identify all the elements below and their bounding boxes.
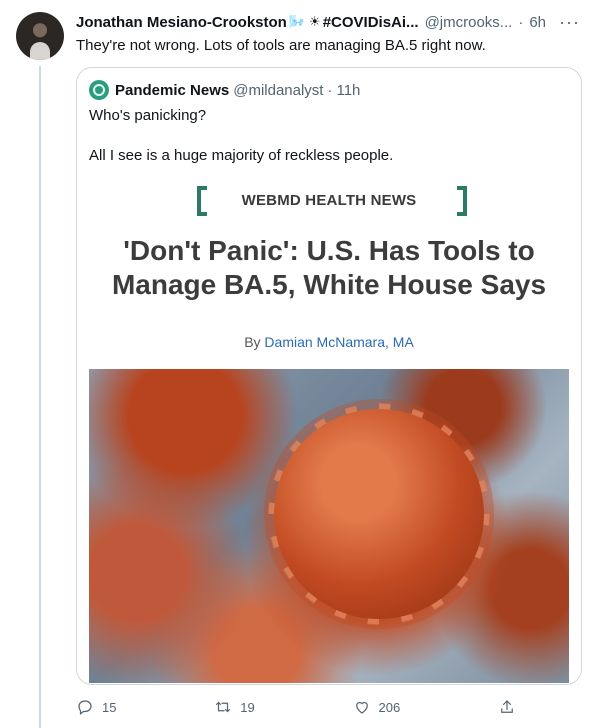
quoted-dot: ·	[327, 81, 333, 99]
quoted-handle: @mildanalyst	[233, 81, 324, 99]
reply-button[interactable]: 15	[76, 696, 116, 718]
reply-count: 15	[102, 699, 117, 715]
quoted-text-line-1: Who's panicking?	[89, 107, 207, 124]
tweet[interactable]: Jonathan Mesiano-Crookston 🌬️ ☀ #COVIDis…	[0, 0, 598, 728]
virus-image[interactable]	[89, 369, 569, 683]
timestamp[interactable]: 6h	[529, 14, 546, 31]
quoted-time: 11h	[336, 81, 361, 99]
like-button[interactable]: 206	[353, 696, 401, 718]
quoted-tweet[interactable]: Pandemic News @mildanalyst · 11h Who's p…	[76, 67, 582, 685]
wind-emoji: 🌬️	[288, 14, 306, 29]
quoted-text-line-2: All I see is a huge majority of reckless…	[89, 147, 394, 164]
headline-line-1: 'Don't Panic': U.S. Has Tools to	[123, 235, 535, 266]
article-byline: By Damian McNamara, MA	[89, 334, 569, 350]
handle[interactable]: @jmcrooks...	[425, 14, 513, 31]
brand-text: WEBMD HEALTH NEWS	[241, 192, 417, 209]
reply-icon	[78, 700, 92, 715]
quoted-header: Pandemic News @mildanalyst · 11h	[89, 80, 360, 100]
retweet-count: 19	[240, 699, 255, 715]
action-bar: 15 19 206	[76, 696, 516, 718]
tweet-header: Jonathan Mesiano-Crookston 🌬️ ☀ #COVIDis…	[76, 12, 582, 32]
retweet-button[interactable]: 19	[214, 696, 255, 718]
more-icon[interactable]: ···	[559, 12, 580, 33]
avatar[interactable]	[16, 12, 64, 60]
share-button[interactable]	[498, 696, 516, 718]
right-bracket-icon	[457, 186, 467, 216]
byline-author: Damian McNamara, MA	[264, 334, 414, 350]
virus-core	[274, 409, 484, 619]
quoted-text: Who's panicking? All I see is a huge maj…	[89, 106, 393, 166]
display-name[interactable]: Jonathan Mesiano-Crookston	[76, 14, 287, 31]
article-card[interactable]: WEBMD HEALTH NEWS 'Don't Panic': U.S. Ha…	[89, 178, 569, 368]
like-count: 206	[378, 699, 401, 715]
separator-dot: ·	[518, 13, 524, 31]
thread-line	[39, 66, 41, 728]
headline-line-2: Manage BA.5, White House Says	[111, 269, 547, 300]
retweet-icon	[216, 701, 231, 713]
article-headline: 'Don't Panic': U.S. Has Tools to Manage …	[89, 234, 569, 302]
tweet-text: They're not wrong. Lots of tools are man…	[76, 37, 486, 54]
sun-emoji: ☀	[309, 14, 321, 29]
quoted-name: Pandemic News	[115, 81, 230, 99]
quoted-avatar	[89, 80, 109, 100]
hashtag-name[interactable]: #COVIDisAi...	[323, 14, 419, 31]
share-icon	[501, 700, 513, 713]
heart-icon	[355, 701, 368, 714]
byline-by: By	[244, 334, 261, 350]
